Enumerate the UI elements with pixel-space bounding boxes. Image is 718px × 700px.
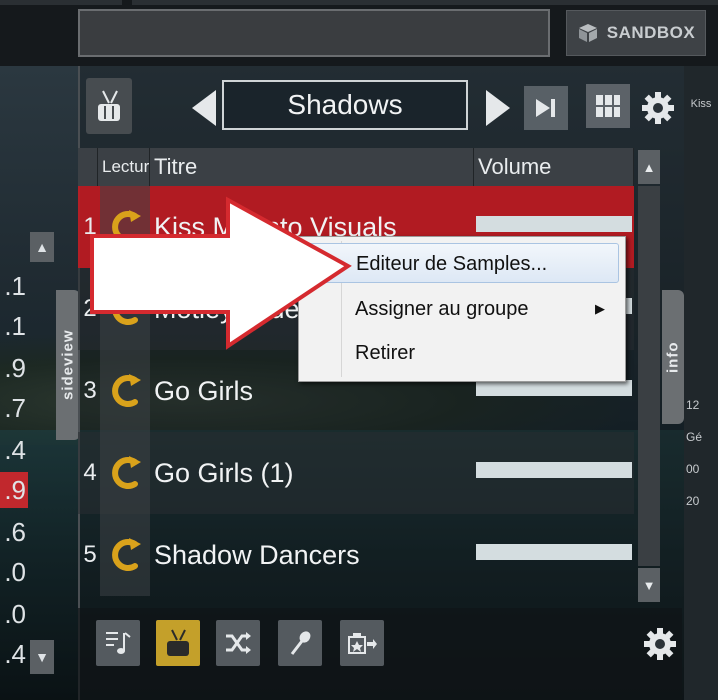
microphone-icon [290,631,311,655]
loop-play-icon [112,456,141,489]
annotation-arrow-icon [90,196,352,350]
submenu-arrow-icon: ▶ [595,301,605,316]
grid-view-button[interactable] [586,84,630,128]
left-value-highlight: .9 [0,472,28,508]
playlist-music-button[interactable] [96,620,140,666]
drum-mode-button[interactable] [156,620,200,666]
loop-play-icon [112,538,141,571]
left-value: .9 [4,353,26,383]
settings-button[interactable] [638,88,678,128]
sideview-tab[interactable]: sideview [56,290,80,440]
loop-play-icon [112,374,141,407]
row-title: Shadow Dancers [154,540,360,570]
row-play-cell[interactable] [100,514,150,596]
shuffle-button[interactable] [216,620,260,666]
right-info-value: Gé [686,430,703,444]
top-tab-right[interactable] [132,0,718,5]
playlist-table-header: Lecture Titre Volume [78,148,634,186]
left-value: .1 [4,271,26,301]
gear-icon [642,92,674,124]
column-titre-header[interactable]: Titre [150,148,474,186]
table-scrollbar[interactable] [638,186,660,566]
drum-icon [167,629,189,656]
row-play-cell[interactable] [100,432,150,514]
left-value: .7 [4,393,26,423]
playlist-row[interactable]: 5 Shadow Dancers [78,514,634,596]
sandbox-label: SANDBOX [606,23,696,42]
column-lecture-header[interactable]: Lecture [98,148,150,186]
right-info-value: 20 [686,494,700,508]
search-field[interactable] [78,9,550,57]
grid-icon [596,95,620,117]
row-number: 4 [83,459,97,486]
right-deck-title: Kiss [690,98,712,110]
export-icon [348,633,377,654]
menu-item-label: Retirer [355,342,416,364]
left-value: .6 [4,517,26,547]
info-tab[interactable]: info [662,290,684,424]
right-info-value: 12 [686,398,700,412]
column-number-header [78,148,98,186]
left-value: .4 [4,639,26,669]
row-title: Go Girls (1) [154,458,294,488]
row-volume-bar[interactable] [476,462,632,478]
left-value: .0 [4,599,26,629]
gear-icon [644,628,676,660]
skip-next-button[interactable] [524,86,568,130]
previous-playlist-icon[interactable] [190,88,218,128]
microphone-button[interactable] [278,620,322,666]
row-volume-bar[interactable] [476,380,632,396]
playlist-row[interactable]: 4 Go Girls (1) [78,432,634,514]
left-scroll-up-button[interactable]: ▲ [30,232,54,262]
left-value: .1 [4,311,26,341]
playlist-name[interactable]: Shadows [222,80,468,130]
row-volume-bar[interactable] [476,216,632,232]
left-value: .4 [4,435,26,465]
sandbox-button[interactable]: SANDBOX [566,10,706,56]
music-list-icon [106,632,131,654]
row-number: 5 [83,541,97,568]
drum-deck-button[interactable] [86,78,132,134]
menu-item-label: Editeur de Samples... [356,253,548,275]
table-scroll-up-button[interactable]: ▲ [638,150,660,184]
row-volume-bar[interactable] [476,544,632,560]
right-info-value: 00 [686,462,700,476]
left-value: .0 [4,557,26,587]
bottom-settings-button[interactable] [640,624,680,664]
cube-icon [578,24,597,42]
table-scroll-down-button[interactable]: ▼ [638,568,660,602]
shuffle-icon [226,632,251,654]
drum-icon [98,90,120,121]
left-scroll-down-button[interactable]: ▼ [30,640,54,674]
column-volume-header[interactable]: Volume [474,148,634,186]
top-tab-left[interactable] [0,0,122,5]
menu-item-label: Assigner au groupe [355,298,529,320]
right-deck-strip [684,66,718,700]
export-button[interactable] [340,620,384,666]
skip-next-icon [536,99,555,117]
next-playlist-icon[interactable] [484,88,512,128]
